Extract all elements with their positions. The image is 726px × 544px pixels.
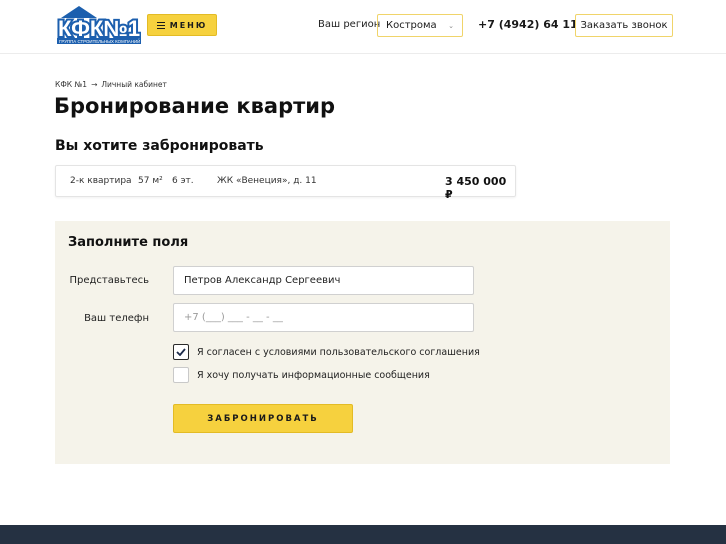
- name-field[interactable]: Петров Александр Сергеевич: [173, 266, 474, 295]
- booking-section-title: Вы хотите забронировать: [55, 138, 264, 154]
- submit-booking-button[interactable]: ЗАБРОНИРОВАТЬ: [173, 404, 353, 433]
- form-title: Заполните поля: [68, 235, 189, 250]
- phone-label: Ваш телефн: [84, 313, 149, 324]
- checkmark-icon: [176, 348, 186, 356]
- hamburger-icon: [156, 21, 165, 29]
- apartment-card: 2-к квартира 57 м² 6 эт. ЖК «Венеция», д…: [55, 165, 516, 201]
- breadcrumb-current[interactable]: Личный кабинет: [101, 80, 167, 89]
- agreement-checkbox-row[interactable]: Я согласен с условиями пользовательского…: [173, 344, 480, 360]
- newsletter-checkbox-row[interactable]: Я хочу получать информационные сообщения: [173, 367, 430, 383]
- apartment-price: 3 450 000 ₽: [445, 175, 507, 201]
- menu-button-label: МЕНЮ: [169, 20, 208, 30]
- newsletter-label: Я хочу получать информационные сообщения: [197, 369, 430, 381]
- breadcrumb-home[interactable]: КФК №1: [55, 80, 87, 89]
- company-logo[interactable]: КФК№1 ГРУППА СТРОИТЕЛЬНЫХ КОМПАНИЙ: [56, 6, 142, 44]
- menu-button[interactable]: МЕНЮ: [147, 14, 217, 36]
- callback-button[interactable]: Заказать звонок: [575, 14, 673, 37]
- region-value: Кострома: [386, 20, 437, 31]
- region-label: Ваш регион: [318, 19, 381, 30]
- apartment-floor: 6 эт.: [172, 176, 194, 186]
- chevron-down-icon: ⌄: [448, 22, 454, 30]
- name-label: Представьтесь: [69, 275, 149, 286]
- apartment-rooms: 2-к квартира: [70, 176, 132, 186]
- apartment-address: ЖК «Венеция», д. 11: [217, 176, 317, 186]
- name-field-value: Петров Александр Сергеевич: [184, 275, 341, 286]
- site-footer: [0, 525, 726, 544]
- svg-text:КФК№1: КФК№1: [58, 16, 140, 41]
- site-header: КФК№1 ГРУППА СТРОИТЕЛЬНЫХ КОМПАНИЙ МЕНЮ …: [0, 0, 726, 54]
- page-title: Бронирование квартир: [54, 94, 336, 118]
- booking-form: Заполните поля Представьтесь Петров Алек…: [55, 221, 670, 464]
- agreement-checkbox[interactable]: [173, 344, 189, 360]
- breadcrumb: КФК №1 → Личный кабинет: [55, 80, 167, 89]
- agreement-label: Я согласен с условиями пользовательского…: [197, 346, 480, 358]
- phone-field-placeholder: +7 (___) ___ - __ - __: [184, 312, 283, 323]
- region-select[interactable]: Кострома ⌄: [377, 14, 463, 37]
- phone-field[interactable]: +7 (___) ___ - __ - __: [173, 303, 474, 332]
- newsletter-checkbox[interactable]: [173, 367, 189, 383]
- apartment-area: 57 м²: [138, 176, 163, 186]
- svg-text:ГРУППА СТРОИТЕЛЬНЫХ КОМПАНИЙ: ГРУППА СТРОИТЕЛЬНЫХ КОМПАНИЙ: [59, 39, 140, 44]
- breadcrumb-arrow-icon: →: [91, 80, 98, 89]
